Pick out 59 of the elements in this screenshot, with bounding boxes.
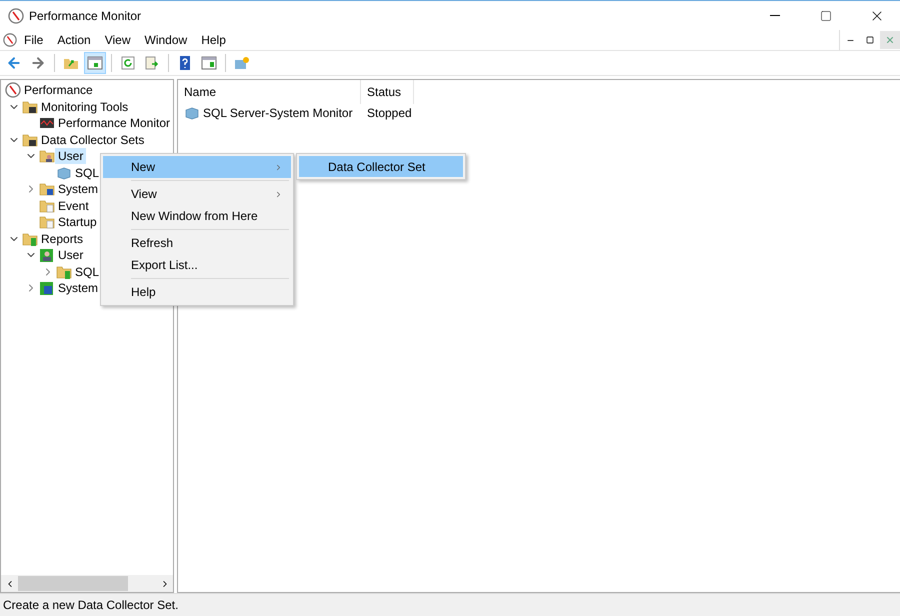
- menu-item[interactable]: View: [98, 31, 138, 49]
- tree-item[interactable]: Performance Monitor: [54, 115, 173, 132]
- tree-item[interactable]: Monitoring Tools: [38, 98, 132, 115]
- back-icon: [6, 55, 22, 71]
- menu-item[interactable]: New: [103, 156, 291, 178]
- minimize-icon: [770, 15, 780, 16]
- menu-item[interactable]: New Window from Here: [103, 205, 291, 227]
- menu-item[interactable]: Help: [194, 31, 233, 49]
- forward-icon: [30, 55, 46, 71]
- user-report-icon: [39, 247, 55, 264]
- restore-icon: [866, 36, 874, 44]
- tree-item[interactable]: Performance: [21, 82, 96, 98]
- refresh-icon: [120, 55, 136, 71]
- document-folder-icon: [39, 198, 55, 214]
- window-title: Performance Monitor: [29, 8, 142, 22]
- panel-icon: [87, 55, 103, 71]
- menu-item[interactable]: View: [103, 183, 291, 205]
- help-icon: [177, 55, 193, 71]
- tree-item[interactable]: User: [55, 247, 86, 264]
- menu-item[interactable]: Data Collector Set: [299, 156, 463, 177]
- menu-item[interactable]: File: [17, 31, 50, 49]
- document-folder-icon: [39, 214, 55, 230]
- system-report-icon: [39, 280, 55, 296]
- column-header[interactable]: Status: [361, 80, 414, 104]
- menu-item[interactable]: Export List...: [103, 254, 291, 276]
- tree-item[interactable]: SQL: [72, 264, 102, 280]
- database-icon: [184, 104, 200, 120]
- tree-item[interactable]: System: [55, 181, 102, 198]
- column-header[interactable]: Name: [178, 80, 361, 104]
- tree-item[interactable]: SQL: [72, 164, 102, 181]
- menu-item[interactable]: Refresh: [103, 232, 291, 254]
- folder-icon: [39, 181, 55, 198]
- toolbar-button[interactable]: [84, 52, 106, 74]
- tree-item[interactable]: Data Collector Sets: [38, 132, 148, 148]
- window-icon: [234, 55, 250, 71]
- folder-icon: [22, 98, 38, 115]
- tree-item[interactable]: User: [55, 148, 86, 164]
- gauge-icon: [3, 33, 17, 47]
- menu-item[interactable]: Window: [138, 31, 194, 49]
- menu-item[interactable]: Action: [50, 31, 98, 49]
- folder-icon: [22, 230, 38, 247]
- tree-item[interactable]: Reports: [38, 230, 86, 247]
- user-folder-icon: [39, 148, 55, 164]
- gauge-icon: [5, 82, 21, 98]
- database-icon: [56, 164, 72, 181]
- folder-icon: [22, 132, 38, 148]
- table-cell: Stopped: [367, 106, 412, 120]
- panel-icon: [201, 55, 217, 71]
- tree-item[interactable]: Event: [55, 198, 92, 214]
- tree-item[interactable]: System: [55, 280, 102, 296]
- gauge-icon: [8, 8, 24, 24]
- tree-item[interactable]: Startup: [55, 214, 100, 230]
- menu-item[interactable]: Help: [103, 281, 291, 303]
- status-text: Create a new Data Collector Set.: [3, 598, 178, 612]
- table-cell: SQL Server-System Monitor: [203, 106, 353, 120]
- folder-icon: [56, 264, 72, 280]
- export-icon: [144, 55, 160, 71]
- maximize-icon: [820, 10, 832, 22]
- close-icon: [885, 35, 895, 45]
